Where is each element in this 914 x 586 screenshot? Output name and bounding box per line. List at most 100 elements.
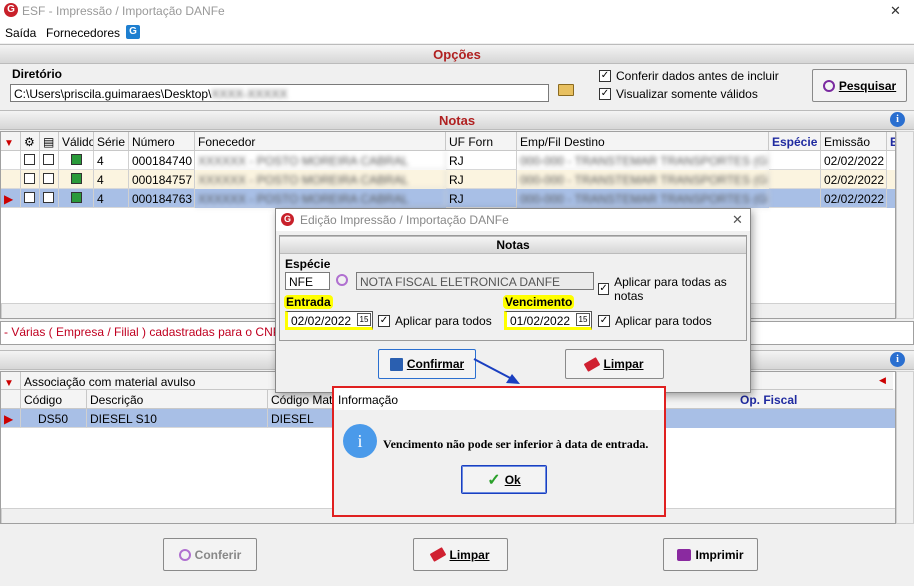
row-check1[interactable] — [21, 151, 40, 170]
diretorio-input[interactable]: C:\Users\priscila.guimaraes\Desktop\XXXX… — [10, 84, 549, 102]
limpar-label: Limpar — [449, 547, 490, 562]
vencimento-label: Vencimento — [503, 295, 575, 309]
entrada-value: 02/02/2022 — [291, 314, 352, 328]
ok-button[interactable]: ✓ Ok — [461, 465, 547, 494]
cell-serie: 4 — [94, 151, 129, 170]
checkmark-icon: ✓ — [487, 471, 501, 489]
dialog-limpar-button[interactable]: Limpar — [565, 349, 664, 379]
edit-dialog-panel: Notas Espécie NFE NOTA FISCAL ELETRONICA… — [279, 235, 747, 341]
chk-validos-label: Visualizar somente válidos — [616, 87, 758, 101]
cell-destino: 000-000 - TRANSTEMAR TRANSPORTES (GRILL) — [517, 189, 769, 208]
notas-title: Notas — [438, 113, 476, 128]
check-icon: ✓ — [599, 70, 611, 82]
row-check1[interactable] — [21, 189, 40, 208]
information-icon: i — [343, 424, 377, 458]
table-row[interactable]: 4 000184740 XXXXXX - POSTO MOREIRA CABRA… — [1, 151, 895, 170]
app-logo-icon: G — [281, 213, 294, 226]
col-e[interactable]: E — [887, 132, 895, 151]
imprimir-button[interactable]: Imprimir — [663, 538, 758, 571]
app-icon[interactable]: G — [126, 25, 140, 39]
pesquisar-label: Pesquisar — [838, 78, 897, 93]
calendar-icon[interactable]: 15 — [576, 313, 590, 326]
menu-item-fornecedores[interactable]: Fornecedores — [46, 26, 120, 40]
menu-item-saida[interactable]: Saída — [5, 26, 36, 40]
info-dialog: Informação i Vencimento não pode ser inf… — [332, 386, 666, 517]
info-icon[interactable]: i — [890, 112, 905, 127]
col-list: ▤ — [40, 132, 59, 151]
ok-label: Ok — [504, 472, 521, 487]
pesquisar-button[interactable]: Pesquisar — [812, 69, 907, 102]
assoc-cell-codigo: DS50 — [21, 409, 87, 428]
row-check2[interactable] — [40, 170, 59, 189]
aplicar-todos-label: Aplicar para todos — [395, 314, 492, 328]
confirmar-button[interactable]: Confirmar — [378, 349, 476, 379]
col-uf[interactable]: UF Forn — [446, 132, 517, 151]
menu-bar: Saída Fornecedores G — [0, 22, 914, 43]
col-numero[interactable]: Número — [129, 132, 195, 151]
info-icon[interactable]: i — [890, 352, 905, 367]
col-arrow: ▼ — [1, 132, 21, 151]
cell-numero: 000184757 — [129, 170, 195, 189]
chk-validos[interactable]: ✓ Visualizar somente válidos — [599, 87, 758, 101]
edit-dialog-header: Notas — [280, 236, 746, 254]
table-row[interactable]: 4 000184757 XXXXXX - POSTO MOREIRA CABRA… — [1, 170, 895, 189]
limpar-button[interactable]: Limpar — [413, 538, 508, 571]
check-icon: ✓ — [599, 88, 611, 100]
especie-input[interactable]: NFE — [285, 272, 330, 290]
chk-aplicar-todas[interactable]: ✓ Aplicar para todas as notas — [598, 275, 746, 303]
cell-uf: RJ — [446, 151, 517, 170]
imprimir-label: Imprimir — [695, 547, 744, 562]
col-fornecedor[interactable]: Fonecedor — [195, 132, 446, 151]
chk-vencimento-aplicar[interactable]: ✓ Aplicar para todos — [598, 314, 712, 328]
cell-emissao: 02/02/2022 — [821, 189, 887, 208]
calendar-icon[interactable]: 15 — [357, 313, 371, 326]
table-row[interactable]: ▶ 4 000184763 XXXXXX - POSTO MOREIRA CAB… — [1, 189, 895, 208]
annotation-arrow — [473, 358, 520, 384]
edit-dialog-title: Edição Impressão / Importação DANFe — [300, 213, 509, 227]
app-logo-icon: G — [4, 3, 18, 17]
cell-numero: 000184763 — [129, 189, 195, 208]
cell-serie: 4 — [94, 189, 129, 208]
row-check2[interactable] — [40, 189, 59, 208]
sort-arrow-icon: ▼ — [4, 138, 14, 149]
assoc-col-descricao[interactable]: Descrição — [87, 390, 268, 409]
cell-fornecedor: XXXXXX - POSTO MOREIRA CABRAL — [195, 189, 446, 208]
opcoes-header: Opções — [0, 44, 914, 64]
cell-uf: RJ — [446, 170, 517, 189]
aplicar-todas-label: Aplicar para todas as notas — [614, 275, 727, 303]
cell-fornecedor: XXXXXX - POSTO MOREIRA CABRAL — [195, 151, 446, 170]
chk-entrada-aplicar[interactable]: ✓ Aplicar para todos — [378, 314, 492, 328]
info-dialog-title: Informação — [338, 393, 399, 407]
window-title: ESF - Impressão / Importação DANFe — [22, 4, 225, 18]
col-serie[interactable]: Série — [94, 132, 129, 151]
search-icon[interactable] — [336, 274, 348, 286]
cell-emissao: 02/02/2022 — [821, 170, 887, 189]
assoc-arrow: ▼ — [1, 372, 21, 390]
col-destino[interactable]: Emp/Fil Destino — [517, 132, 769, 151]
row-indicator — [1, 170, 21, 189]
close-icon[interactable]: ✕ — [732, 212, 743, 228]
assoc-vscroll[interactable] — [896, 371, 914, 524]
col-especie[interactable]: Espécie — [769, 132, 821, 151]
row-check1[interactable] — [21, 170, 40, 189]
cell-destino: 000-000 - TRANSTEMAR TRANSPORTES (GRILL) — [517, 170, 769, 189]
notas-vscroll[interactable] — [896, 131, 914, 319]
diretorio-redacted: XXXX-XXXXX — [211, 87, 288, 101]
chk-conferir[interactable]: ✓ Conferir dados antes de incluir — [599, 69, 779, 83]
col-valido[interactable]: Válido — [59, 132, 94, 151]
folder-icon[interactable] — [558, 84, 574, 96]
check-icon: ✓ — [598, 283, 610, 295]
especie-label: Espécie — [285, 257, 331, 271]
close-window-button[interactable]: ✕ — [890, 3, 901, 19]
check-icon: ✓ — [598, 315, 610, 327]
assoc-col-codigo[interactable]: Código — [21, 390, 87, 409]
cell-especie — [769, 151, 821, 170]
row-check2[interactable] — [40, 151, 59, 170]
edit-dialog-titlebar: G Edição Impressão / Importação DANFe ✕ — [276, 209, 750, 231]
info-dialog-titlebar: Informação — [334, 388, 664, 410]
col-emissao[interactable]: Emissão — [821, 132, 887, 151]
conferir-button[interactable]: Conferir — [163, 538, 257, 571]
collapse-arrow-icon[interactable]: ◀ — [879, 375, 886, 386]
valid-icon — [59, 151, 94, 170]
cell-especie — [769, 170, 821, 189]
